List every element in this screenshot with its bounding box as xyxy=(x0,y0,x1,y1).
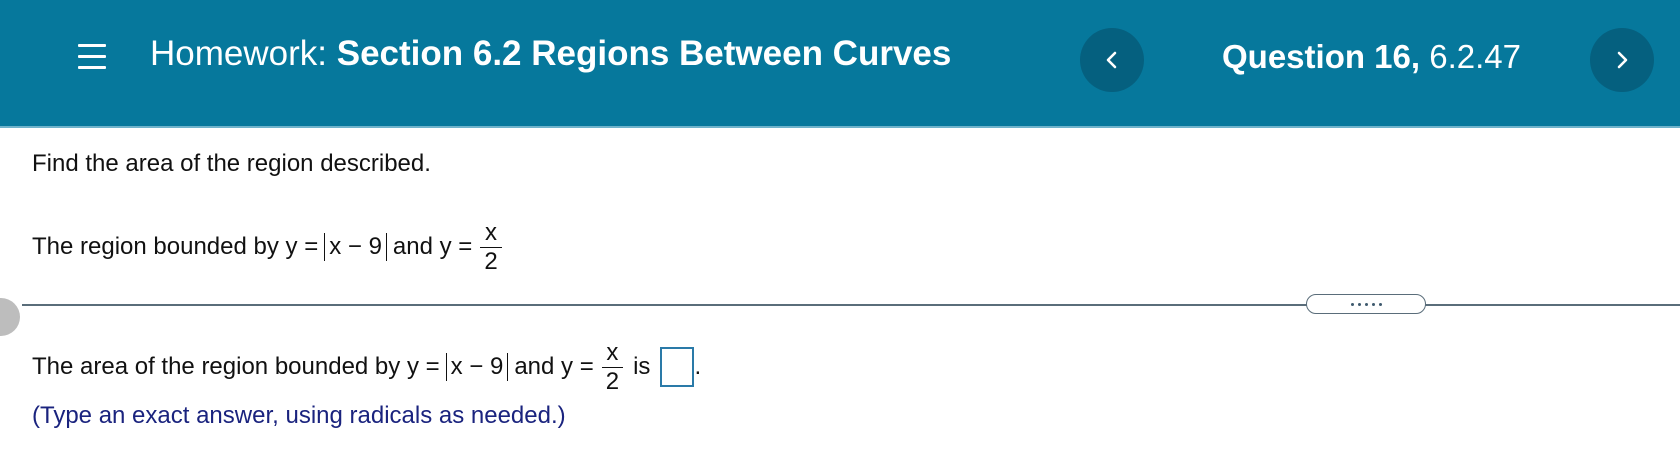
fraction-denominator: 2 xyxy=(601,366,624,396)
header-divider xyxy=(0,126,1680,128)
absolute-value-expression: x − 9 xyxy=(445,353,509,381)
answer-input-box[interactable] xyxy=(660,347,695,387)
fraction: x 2 xyxy=(601,338,624,396)
dot-icon xyxy=(1364,302,1368,306)
dot-icon xyxy=(1350,302,1354,306)
answer-text-1: The area of the region bounded by y = xyxy=(32,353,440,380)
menu-line xyxy=(78,66,106,69)
chevron-left-icon xyxy=(1106,51,1117,69)
next-question-button[interactable] xyxy=(1590,28,1654,92)
fraction-numerator: x xyxy=(606,338,619,366)
chevron-right-icon xyxy=(1617,51,1628,69)
hamburger-menu-icon[interactable] xyxy=(76,40,110,74)
problem-text-1: The region bounded by y = xyxy=(32,233,319,260)
question-id: 6.2.47 xyxy=(1429,38,1521,75)
splitter-drag-handle[interactable] xyxy=(1306,294,1426,314)
answer-period: . xyxy=(694,353,702,380)
dot-icon xyxy=(1378,302,1382,306)
question-number: Question 16, xyxy=(1222,38,1421,75)
instruction-text: Find the area of the region described. xyxy=(32,150,431,177)
dot-icon xyxy=(1371,302,1375,306)
answer-hint: (Type an exact answer, using radicals as… xyxy=(32,402,566,429)
header-bar: Homework: Section 6.2 Regions Between Cu… xyxy=(0,0,1680,126)
problem-text-2: and y = xyxy=(392,233,473,260)
fraction: x 2 xyxy=(480,218,502,276)
problem-statement: The region bounded by y = x − 9 and y = … xyxy=(32,214,502,280)
homework-title: Homework: Section 6.2 Regions Between Cu… xyxy=(150,34,951,74)
answer-text-3: is xyxy=(633,353,651,380)
fraction-denominator: 2 xyxy=(480,246,502,276)
answer-statement: The area of the region bounded by y = x … xyxy=(32,334,701,400)
menu-line xyxy=(78,44,106,47)
answer-text-2: and y = xyxy=(514,353,594,380)
dot-icon xyxy=(1357,302,1361,306)
absolute-value-expression: x − 9 xyxy=(324,233,387,261)
side-panel-handle[interactable] xyxy=(0,298,20,336)
section-title: Section 6.2 Regions Between Curves xyxy=(336,34,952,73)
question-title: Question 16, 6.2.47 xyxy=(1222,38,1521,76)
homework-label: Homework: xyxy=(150,34,327,73)
fraction-numerator: x xyxy=(485,218,497,246)
section-divider xyxy=(22,304,1680,306)
previous-question-button[interactable] xyxy=(1080,28,1144,92)
menu-line xyxy=(78,55,106,58)
